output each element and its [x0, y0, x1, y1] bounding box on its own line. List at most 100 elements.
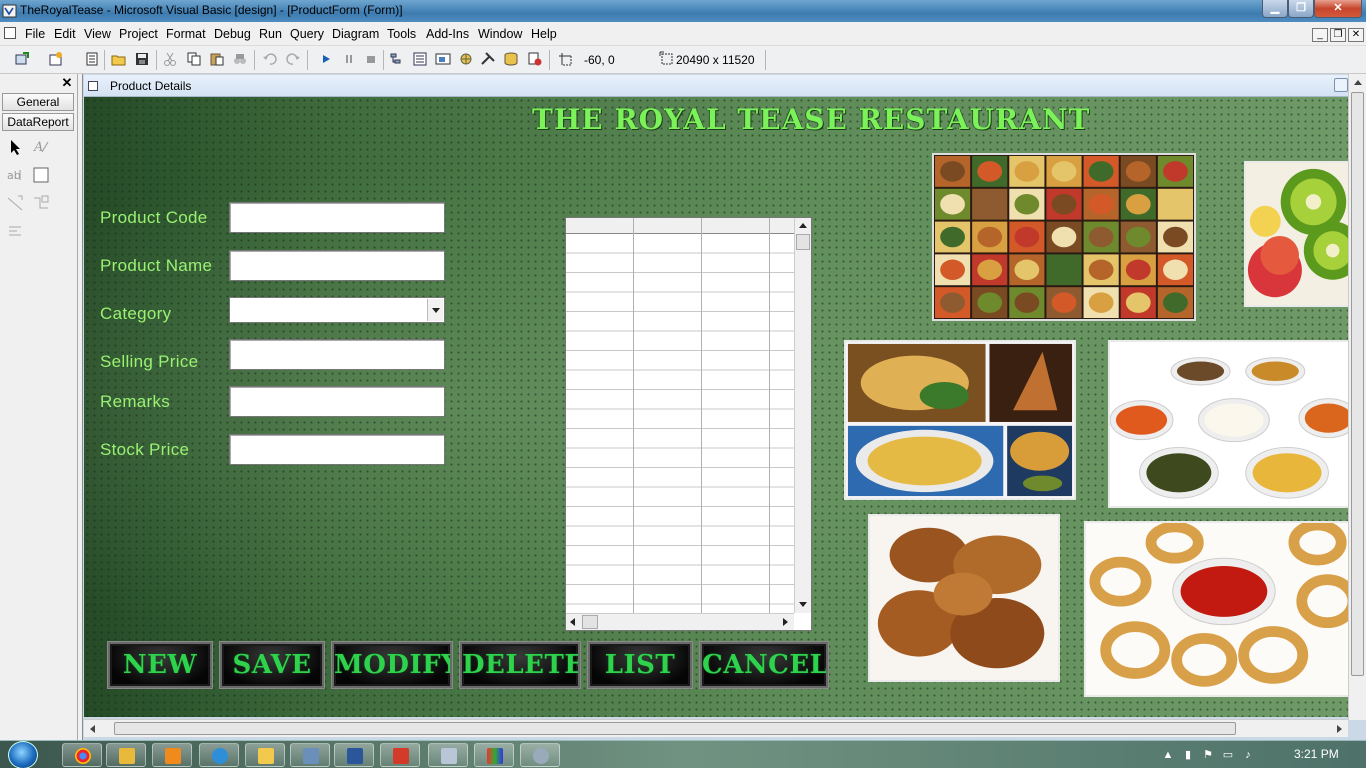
scroll-right-arrow-icon[interactable] — [783, 618, 788, 626]
menu-view[interactable]: View — [84, 27, 111, 41]
menu-debug[interactable]: Debug — [214, 27, 251, 41]
chevron-down-icon[interactable] — [427, 299, 443, 321]
scroll-left-arrow-icon[interactable] — [570, 618, 575, 626]
taskbar-app-11[interactable] — [520, 743, 560, 767]
mdi-minimize-button[interactable]: _ — [1312, 28, 1328, 42]
taskbar-app-10[interactable] — [474, 743, 514, 767]
cancel-button[interactable]: CANCEL — [700, 642, 828, 688]
taskbar-app-6[interactable] — [290, 743, 330, 767]
pointer-tool-icon[interactable] — [4, 136, 26, 158]
network-icon[interactable]: ▮ — [1182, 749, 1194, 761]
redo-icon[interactable] — [285, 51, 301, 67]
start-button[interactable] — [8, 741, 38, 768]
menu-run[interactable]: Run — [259, 27, 282, 41]
product-name-field[interactable] — [229, 250, 445, 281]
rptimage-tool-icon[interactable] — [30, 192, 52, 214]
find-icon[interactable] — [232, 51, 248, 67]
taskbar-app-8[interactable] — [380, 743, 420, 767]
open-folder-icon[interactable] — [111, 51, 127, 67]
scroll-up-arrow-icon[interactable] — [1354, 80, 1362, 85]
paste-icon[interactable] — [209, 51, 225, 67]
save-icon[interactable] — [134, 51, 150, 67]
modify-button[interactable]: MODIFY — [332, 642, 452, 688]
copy-icon[interactable] — [186, 51, 202, 67]
grid-cells[interactable] — [566, 218, 794, 613]
menu-edit[interactable]: Edit — [54, 27, 76, 41]
scroll-up-arrow-icon[interactable] — [799, 223, 807, 228]
menu-file[interactable]: File — [25, 27, 45, 41]
products-data-grid[interactable] — [565, 217, 812, 631]
menu-window[interactable]: Window — [478, 27, 522, 41]
workspace-hscroll-thumb[interactable] — [114, 722, 1236, 735]
save-button[interactable]: SAVE — [220, 642, 324, 688]
add-project-icon[interactable] — [14, 51, 30, 67]
taskbar-word[interactable] — [334, 743, 374, 767]
selling-price-field[interactable] — [229, 339, 445, 370]
toolbox-tab-general[interactable]: General — [2, 93, 74, 111]
toolbox-close-icon[interactable]: ✕ — [60, 76, 74, 90]
stop-icon[interactable] — [363, 51, 379, 67]
grid-vertical-scrollbar[interactable] — [794, 218, 811, 613]
mdi-restore-button[interactable]: ❐ — [1330, 28, 1346, 42]
new-button[interactable]: NEW — [108, 642, 212, 688]
show-hidden-icons-icon[interactable]: ▲ — [1162, 749, 1174, 761]
menu-tools[interactable]: Tools — [387, 27, 416, 41]
close-button[interactable]: ✕ — [1314, 0, 1362, 18]
cut-icon[interactable] — [162, 51, 178, 67]
action-center-flag-icon[interactable]: ⚑ — [1202, 749, 1214, 761]
form-doc-icon[interactable] — [4, 27, 16, 39]
menu-query[interactable]: Query — [290, 27, 324, 41]
volume-icon[interactable]: ♪ — [1242, 749, 1254, 761]
form-layout-icon[interactable] — [435, 51, 451, 67]
data-view-icon[interactable] — [503, 51, 519, 67]
taskbar-clock[interactable]: 3:21 PM — [1294, 747, 1339, 761]
menu-add-ins[interactable]: Add-Ins — [426, 27, 469, 41]
restore-button[interactable]: ❐ — [1288, 0, 1314, 18]
form-caption-button[interactable] — [1334, 78, 1348, 92]
workspace-vscroll-thumb[interactable] — [1351, 92, 1364, 676]
project-explorer-icon[interactable] — [389, 51, 405, 67]
pause-icon[interactable] — [341, 51, 357, 67]
menu-project[interactable]: Project — [119, 27, 158, 41]
battery-icon[interactable]: ▭ — [1222, 749, 1234, 761]
delete-button[interactable]: DELETE — [460, 642, 580, 688]
workspace-vertical-scrollbar[interactable] — [1348, 74, 1366, 720]
taskbar-internet-explorer[interactable] — [199, 743, 239, 767]
mdi-close-button[interactable]: ✕ — [1348, 28, 1364, 42]
toolbox-tab-datareport[interactable]: DataReport — [2, 113, 74, 131]
rptfunction-tool-icon[interactable] — [4, 220, 26, 242]
taskbar-visual-basic[interactable] — [428, 743, 468, 767]
add-form-icon[interactable] — [48, 51, 64, 67]
scroll-down-arrow-icon[interactable] — [799, 602, 807, 607]
rptline-tool-icon[interactable] — [4, 192, 26, 214]
taskbar-media-player[interactable] — [152, 743, 192, 767]
taskbar-explorer[interactable] — [245, 743, 285, 767]
rptshape-tool-icon[interactable] — [30, 164, 52, 186]
stock-price-field[interactable] — [229, 434, 445, 465]
rpttextbox-tool-icon[interactable]: ab — [4, 164, 26, 186]
minimize-button[interactable]: ▁ — [1262, 0, 1288, 18]
taskbar-app-2[interactable] — [106, 743, 146, 767]
scroll-left-arrow-icon[interactable] — [90, 725, 95, 733]
workspace-horizontal-scrollbar[interactable] — [84, 719, 1348, 737]
category-dropdown[interactable] — [229, 297, 445, 323]
object-browser-icon[interactable] — [458, 51, 474, 67]
grid-horizontal-scrollbar[interactable] — [566, 613, 794, 630]
undo-icon[interactable] — [262, 51, 278, 67]
menu-format[interactable]: Format — [166, 27, 206, 41]
menu-editor-icon[interactable] — [84, 51, 100, 67]
rptlabel-tool-icon[interactable]: A — [30, 136, 52, 158]
run-icon[interactable] — [318, 51, 334, 67]
toolbox-icon[interactable] — [480, 51, 496, 67]
grid-hscroll-thumb[interactable] — [582, 615, 598, 629]
menu-help[interactable]: Help — [531, 27, 557, 41]
list-button[interactable]: LIST — [588, 642, 692, 688]
remarks-field[interactable] — [229, 386, 445, 417]
product-code-field[interactable] — [229, 202, 445, 233]
scroll-right-arrow-icon[interactable] — [1337, 725, 1342, 733]
grid-vscroll-thumb[interactable] — [796, 234, 810, 250]
component-manager-icon[interactable] — [527, 51, 543, 67]
taskbar-chrome[interactable] — [62, 743, 102, 767]
menu-diagram[interactable]: Diagram — [332, 27, 379, 41]
properties-window-icon[interactable] — [412, 51, 428, 67]
